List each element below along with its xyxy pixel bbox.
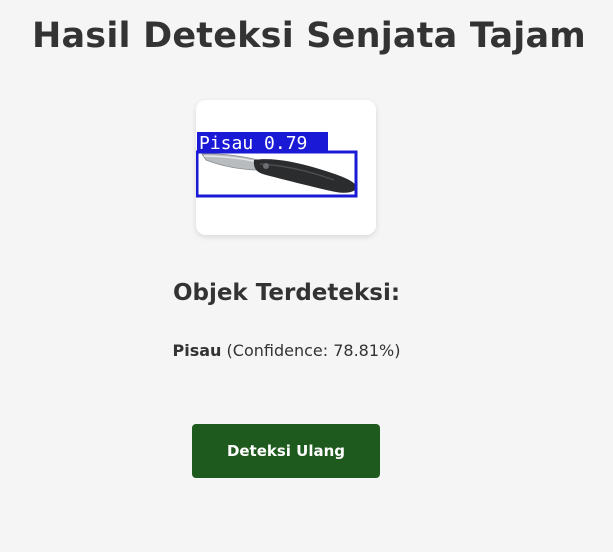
result-heading: Objek Terdeteksi: <box>172 280 401 306</box>
result-item: Pisau (Confidence: 78.81%) <box>0 341 573 360</box>
page-title: Hasil Deteksi Senjata Tajam <box>32 16 586 56</box>
retry-detection-button[interactable]: Deteksi Ulang <box>192 424 380 478</box>
detection-image: Pisau 0.79 <box>196 100 376 235</box>
knife-detection-image: Pisau 0.79 <box>196 100 376 235</box>
object-name: Pisau <box>172 341 222 360</box>
confidence-text: (Confidence: 78.81%) <box>226 341 401 360</box>
detection-label: Pisau 0.79 <box>199 133 307 154</box>
